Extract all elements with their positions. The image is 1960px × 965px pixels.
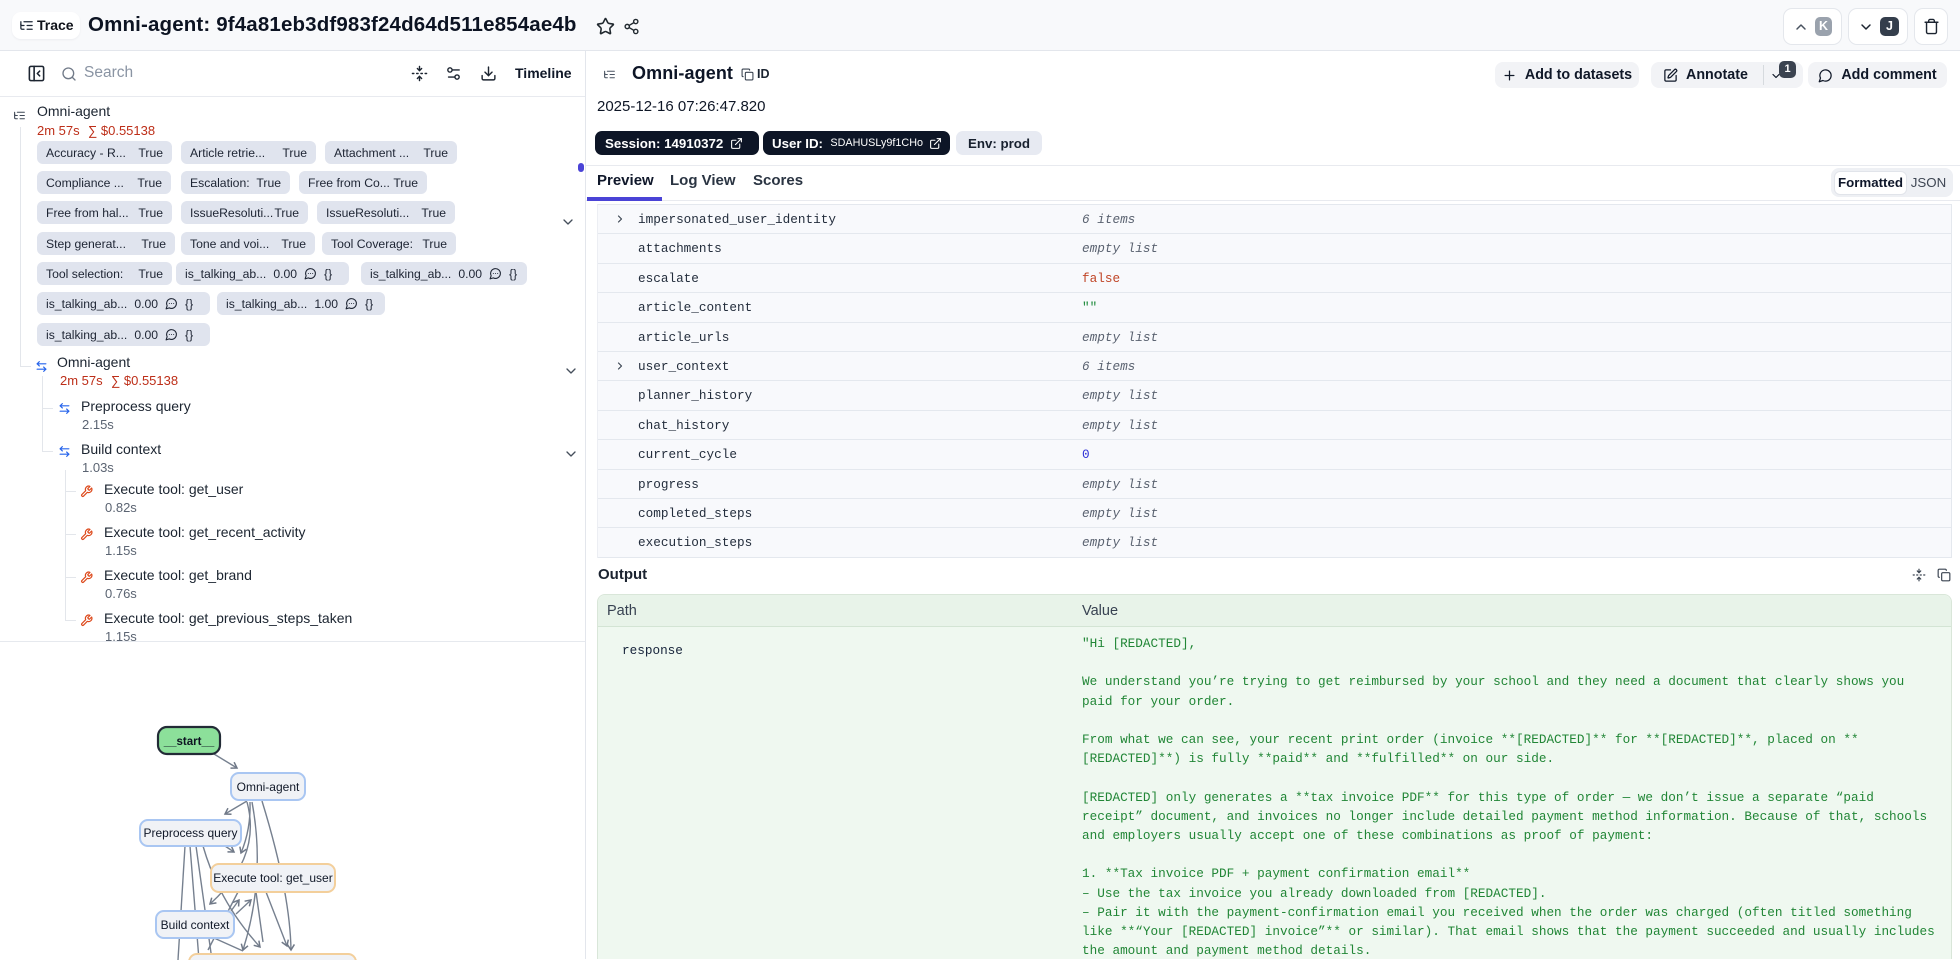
svg-text:Omni-agent: Omni-agent <box>237 780 300 794</box>
svg-text:Execute tool: get_user: Execute tool: get_user <box>213 871 332 885</box>
svg-text:Build context: Build context <box>161 918 230 932</box>
svg-text:Preprocess query: Preprocess query <box>143 826 237 840</box>
svg-text:__start__: __start__ <box>163 736 215 748</box>
